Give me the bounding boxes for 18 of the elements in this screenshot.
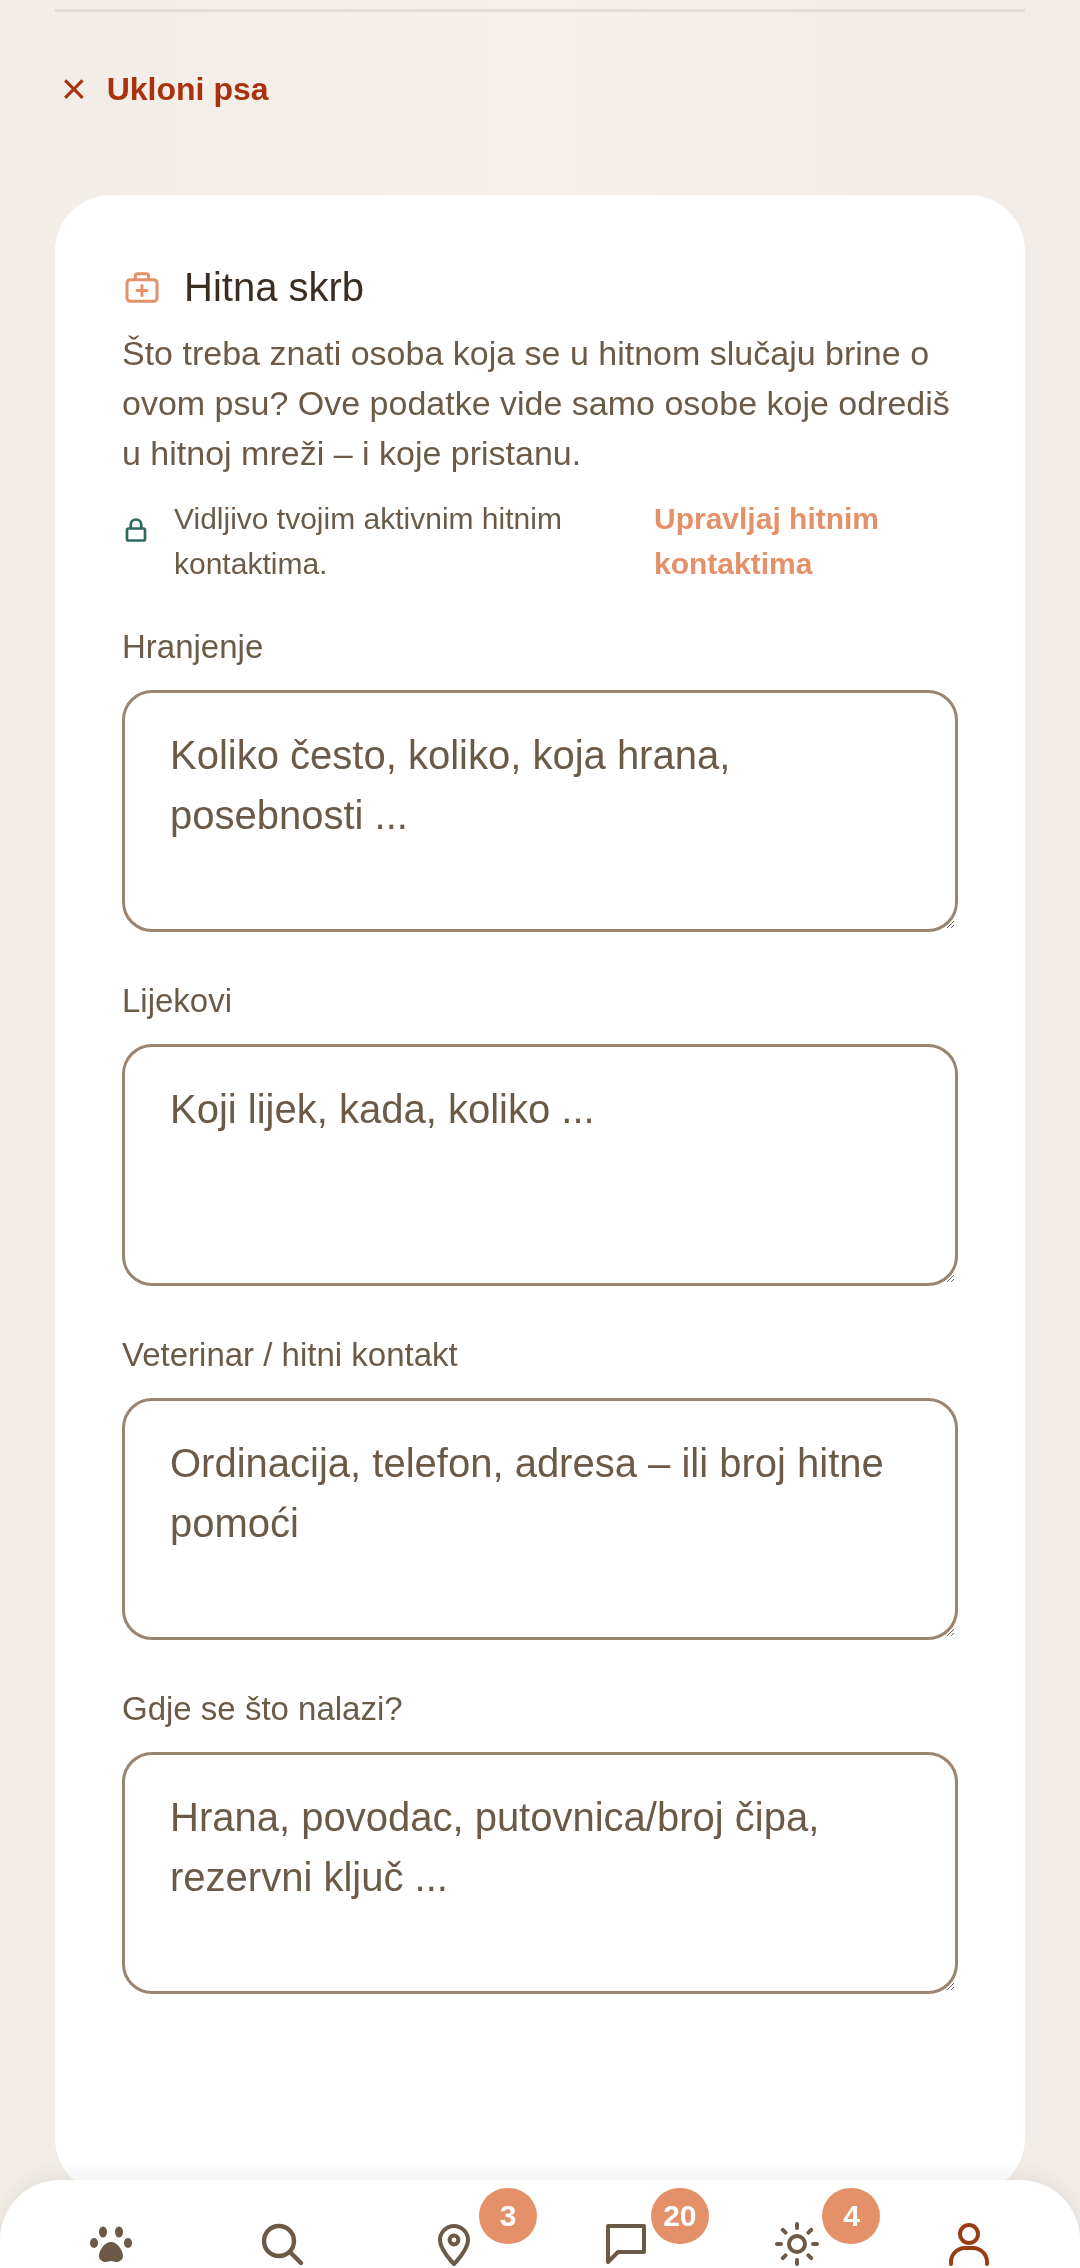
field-label: Hranjenje — [122, 628, 265, 666]
visibility-note: Vidljivo tvojim aktivnim hitnim kontaktima. — [174, 501, 563, 582]
input-field[interactable]: Koliko često, koliko, koja hrana, posebnosti ... — [122, 690, 958, 932]
field-label: Gdje se što nalazi? — [122, 1690, 404, 1728]
field-label: Veterinar / hitni kontakt — [122, 1336, 459, 1374]
input-field[interactable]: Ordinacija, telefon, adresa – ili broj hitne pomoći — [122, 1398, 958, 1640]
remove-dog-link[interactable]: × Ukloni psa — [61, 67, 269, 111]
lock-icon — [124, 516, 148, 544]
field-label: Lijekovi — [122, 982, 234, 1020]
close-icon: × — [61, 67, 87, 111]
input-field[interactable]: Koji lijek, kada, koliko ... — [122, 1044, 958, 1286]
card-title: Hitna skrb — [184, 265, 365, 310]
count-badge: 20 — [650, 2188, 709, 2244]
description-text: Što treba znati osoba koja se u hitnom slučaju brine o ovom psu? Ove podatke vide samo osobe koje odrediš u hitnoj mreži – i koje pristanu. — [122, 333, 951, 474]
input-field[interactable]: Hrana, povodac, putovnica/broj čipa, rezervni ključ ... — [122, 1752, 958, 1994]
count-badge: 4 — [822, 2188, 881, 2244]
count-badge: 3 — [479, 2188, 538, 2244]
sun-icon[interactable] — [773, 2220, 822, 2268]
